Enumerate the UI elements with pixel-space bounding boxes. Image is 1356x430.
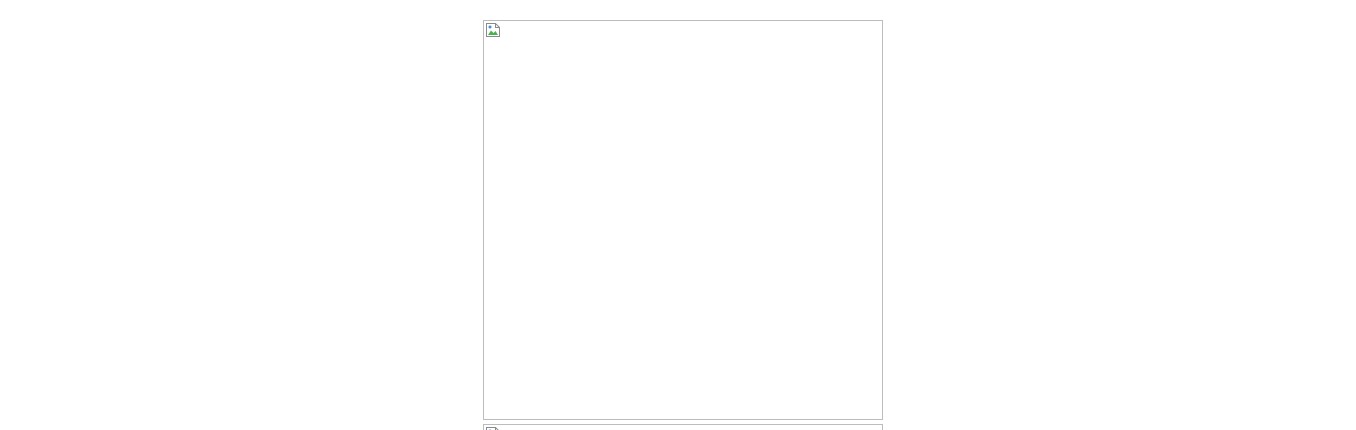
broken-image-placeholder bbox=[483, 20, 883, 420]
broken-image-icon bbox=[485, 426, 501, 430]
broken-image-placeholder-2 bbox=[483, 424, 883, 430]
broken-image-icon bbox=[485, 22, 501, 38]
page-canvas bbox=[0, 0, 1356, 430]
